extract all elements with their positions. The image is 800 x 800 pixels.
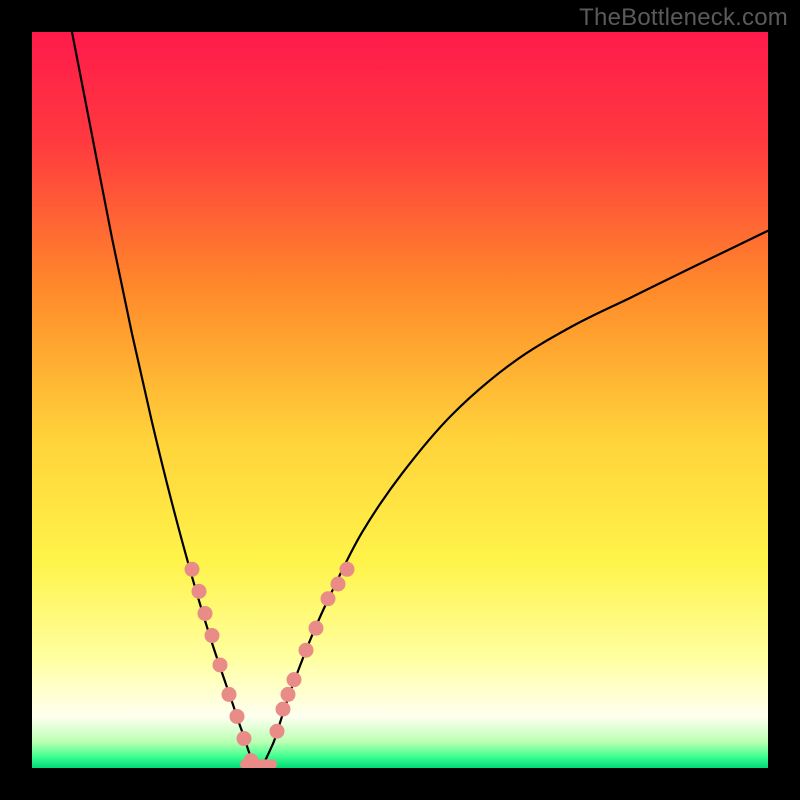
curve-marker <box>230 709 245 724</box>
markers-left-arm <box>185 562 259 768</box>
curve-marker <box>281 687 296 702</box>
curve-marker <box>276 702 291 717</box>
markers-right-arm <box>270 562 355 739</box>
curve-marker <box>192 584 207 599</box>
curve-marker <box>270 724 285 739</box>
curve-marker <box>340 562 355 577</box>
curve-marker <box>287 672 302 687</box>
watermark-text: TheBottleneck.com <box>579 4 788 32</box>
curve-marker <box>309 621 324 636</box>
curve-marker <box>321 591 336 606</box>
curve-marker <box>213 657 228 672</box>
plot-area <box>32 32 768 768</box>
marker-layer <box>32 32 768 768</box>
curve-marker <box>185 562 200 577</box>
curve-marker <box>237 731 252 746</box>
curve-marker <box>331 577 346 592</box>
curve-marker <box>198 606 213 621</box>
curve-marker <box>205 628 220 643</box>
curve-marker <box>299 643 314 658</box>
curve-marker <box>222 687 237 702</box>
chart-frame: TheBottleneck.com <box>0 0 800 800</box>
